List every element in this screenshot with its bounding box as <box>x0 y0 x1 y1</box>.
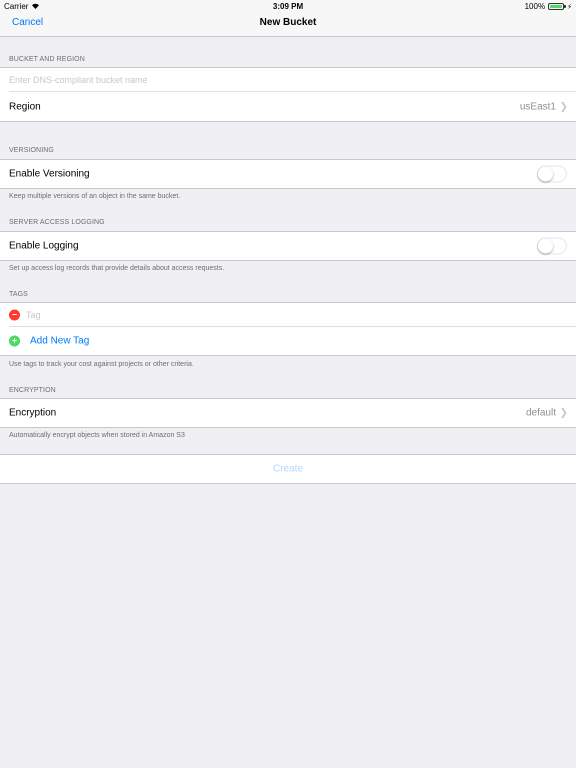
add-new-tag-button[interactable]: Add New Tag <box>30 336 89 347</box>
section-header-versioning: VERSIONING <box>9 147 54 154</box>
logging-label: Enable Logging <box>9 240 79 252</box>
toggle-knob <box>538 238 553 254</box>
battery-fill <box>550 5 563 8</box>
minus-circle-icon[interactable]: − <box>9 309 20 321</box>
section-footer-logging: Set up access log records that provide d… <box>9 265 225 272</box>
add-tag-row[interactable]: + Add New Tag <box>0 327 576 356</box>
versioning-label: Enable Versioning <box>9 168 90 180</box>
chevron-right-icon: ❯ <box>559 407 568 419</box>
status-bar: Carrier 3:09 PM 100% ⚡ <box>0 0 576 13</box>
status-time: 3:09 PM <box>272 2 304 11</box>
chevron-right-icon: ❯ <box>559 101 568 112</box>
versioning-row: Enable Versioning <box>0 159 576 189</box>
encryption-value: default <box>525 407 556 419</box>
section-header-logging: SERVER ACCESS LOGGING <box>9 219 105 226</box>
plus-circle-icon[interactable]: + <box>9 335 20 347</box>
toggle-knob <box>538 166 553 182</box>
logging-toggle[interactable] <box>537 237 567 255</box>
create-button-label: Create <box>272 463 303 475</box>
logging-row: Enable Logging <box>0 231 576 261</box>
navigation-bar: Cancel New Bucket <box>0 13 576 37</box>
tag-input[interactable] <box>26 310 546 320</box>
section-footer-encryption: Automatically encrypt objects when store… <box>9 432 185 439</box>
section-header-encryption: ENCRYPTION <box>9 387 56 394</box>
charging-icon: ⚡ <box>567 3 572 11</box>
encryption-row[interactable]: Encryption default ❯ <box>0 398 576 428</box>
section-header-bucket: BUCKET AND REGION <box>9 56 85 63</box>
bucket-name-input[interactable] <box>9 75 549 85</box>
bucket-name-row[interactable] <box>0 67 576 92</box>
battery-percent: 100% <box>524 2 546 11</box>
region-value: usEast1 <box>519 101 556 112</box>
region-row[interactable]: Region usEast1 ❯ <box>0 92 576 122</box>
create-button[interactable]: Create <box>0 454 576 484</box>
region-label: Region <box>9 101 41 112</box>
section-footer-tags: Use tags to track your cost against proj… <box>9 361 194 368</box>
section-footer-versioning: Keep multiple versions of an object in t… <box>9 193 181 200</box>
page-title: New Bucket <box>259 17 317 28</box>
section-header-tags: TAGS <box>9 291 28 298</box>
tag-row: − <box>0 302 576 327</box>
encryption-label: Encryption <box>9 407 57 419</box>
versioning-toggle[interactable] <box>537 165 567 183</box>
battery-icon <box>548 3 567 10</box>
status-right: 100% ⚡ <box>525 2 572 11</box>
